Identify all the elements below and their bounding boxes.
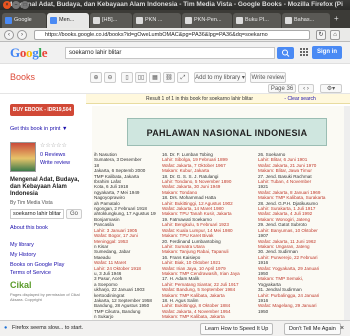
settings-gear-icon[interactable]: ⚙▾ [320, 84, 342, 93]
close-notification-icon[interactable]: × [340, 321, 344, 336]
tab-current-book[interactable]: Men... [47, 13, 89, 28]
publisher-note: Pages displayed by permission of Cikal A… [10, 292, 80, 302]
google-logo[interactable]: Google [10, 45, 48, 61]
close-window-icon[interactable]: × [3, 1, 11, 9]
single-page-icon[interactable]: ▯ [121, 72, 133, 83]
link-icon[interactable]: ⛓ [163, 72, 175, 83]
search-button[interactable] [277, 47, 294, 59]
book-viewer: Result 1 of 1 in this book for soekarno … [86, 94, 350, 320]
books-favicon-icon [50, 17, 57, 24]
page-navigation-arrows[interactable]: ‹ › [298, 84, 314, 93]
maximize-window-icon[interactable]: □ [21, 1, 29, 9]
page-scrollbar[interactable] [344, 106, 350, 320]
tab-bahas[interactable]: Bahas... [282, 13, 330, 28]
google-play-link[interactable]: Books on Google Play [10, 262, 64, 268]
window-title: Mengenal Adat, Budaya, dan Kebayaan Alam… [7, 1, 343, 8]
search-in-book-input[interactable]: soekarno lahir blitar [10, 209, 64, 219]
page-text-line: 1950 [258, 308, 269, 314]
terms-link[interactable]: Terms of Service [10, 270, 51, 276]
forward-icon[interactable]: › [17, 30, 27, 40]
home-icon[interactable]: ⌂ [330, 30, 340, 40]
firefox-icon: ● [4, 325, 8, 331]
write-review-button[interactable]: Write review [250, 72, 286, 83]
page-text-line: Makam: TMP Kalibata, Jakarta [162, 314, 225, 320]
book-page[interactable]: PAHLAWAN NASIONAL INDONESIA ih Nasution S… [92, 106, 350, 320]
tab-bar: Google Men... [HB]... PKN ... PKN-Pen...… [0, 10, 350, 28]
my-library-link[interactable]: My library [10, 242, 34, 248]
page-favicon-icon [185, 17, 192, 24]
google-header: Google soekarno lahir blitar Sign in [0, 42, 350, 64]
book-author: By Tim Media Vista [10, 200, 53, 206]
get-in-print-link[interactable]: Get this book in print ▼ [10, 126, 67, 132]
tab-pkn[interactable]: PKN ... [133, 13, 181, 28]
status-text: Firefox seems slow... to start. [12, 325, 84, 331]
dont-tell-again-button[interactable]: Don't Tell Me Again [284, 323, 341, 335]
page-indicator[interactable]: Page 36 [268, 84, 296, 93]
thumbnails-icon[interactable]: ▦ [149, 72, 161, 83]
back-icon[interactable]: ‹ [4, 30, 14, 40]
go-button[interactable]: Go [66, 209, 82, 219]
rating-stars-icon: ☆☆☆☆☆ [40, 143, 67, 149]
new-tab-icon[interactable]: + [334, 14, 339, 23]
page-favicon-icon [236, 17, 243, 24]
buy-ebook-button[interactable]: BUY EBOOK - IDR19,504 [10, 104, 74, 116]
book-cover-thumbnail[interactable] [10, 142, 36, 172]
tab-pkn-pen[interactable]: PKN-Pen... [182, 13, 232, 28]
result-text: Result 1 of 1 in this book for soekarno … [146, 96, 253, 102]
column-2: 16. Dr. F. Lumban Tobing Lahir: Sibolga, … [162, 152, 254, 320]
tab-google[interactable]: Google [2, 13, 46, 28]
url-bar[interactable]: https://books.google.co.id/books?id=gOwe… [34, 30, 310, 40]
page-text-line: Bandung, 28 Agustus 1950 [94, 303, 150, 309]
apps-grid-icon[interactable] [300, 48, 308, 56]
add-to-library-button[interactable]: Add to my library ▾ [194, 72, 246, 83]
google-favicon-icon [5, 17, 12, 24]
my-history-link[interactable]: My History [10, 252, 36, 258]
write-review-link[interactable]: Write review [40, 160, 70, 166]
reviews-count-link[interactable]: 0 Reviews [40, 152, 65, 158]
page-favicon-icon [285, 17, 292, 24]
reload-icon[interactable]: ↻ [316, 30, 326, 40]
two-page-icon[interactable]: ▯▯ [135, 72, 147, 83]
learn-speed-button[interactable]: Learn How to Speed It Up [200, 323, 274, 335]
page-text-line: n Sukarjo [94, 314, 114, 320]
minimize-window-icon[interactable]: – [12, 1, 20, 9]
sign-in-button[interactable]: Sign in [312, 46, 342, 59]
zoom-out-icon[interactable]: ⊖ [104, 72, 116, 83]
tab-buku[interactable]: Buku PI... [233, 13, 281, 28]
about-book-link[interactable]: About this book [10, 225, 48, 231]
fullscreen-icon[interactable]: ⤢ [177, 72, 189, 83]
book-title: Mengenal Adat, Budaya, dan Kebayaan Alam… [10, 177, 80, 197]
page-favicon-icon [93, 17, 100, 24]
zoom-in-icon[interactable]: ⊕ [90, 72, 102, 83]
window-title-bar: × – □ Mengenal Adat, Budaya, dan Kebayaa… [0, 0, 350, 10]
search-icon [282, 49, 290, 57]
column-3: 26. Soekarno Lahir: Blitar, 6 Juni 1901 Wa… [258, 152, 348, 314]
notification-bar: ● Firefox seems slow... to start. Learn … [0, 320, 350, 336]
google-search-input[interactable]: soekarno lahir blitar [65, 47, 275, 59]
publisher-logo[interactable]: Cikal [10, 280, 32, 290]
clear-search-link[interactable]: - Clear search [284, 96, 315, 102]
tab-hb[interactable]: [HB]... [90, 13, 132, 28]
column-1: ih Nasution Sumatera, 3 Desember 18 Jakarta… [94, 152, 156, 320]
books-title[interactable]: Books [10, 72, 35, 82]
page-favicon-icon [136, 17, 143, 24]
search-result-bar: Result 1 of 1 in this book for soekarno … [86, 94, 350, 104]
books-toolbar: Books ⊕ ⊖ ▯ ▯▯ ▦ ⛓ ⤢ Add to my library ▾… [0, 64, 350, 94]
navigation-bar: ‹ › https://books.google.co.id/books?id=… [0, 28, 350, 42]
book-sidebar: BUY EBOOK - IDR19,504 Get this book in p… [0, 94, 86, 320]
page-banner: PAHLAWAN NASIONAL INDONESIA [127, 118, 327, 146]
